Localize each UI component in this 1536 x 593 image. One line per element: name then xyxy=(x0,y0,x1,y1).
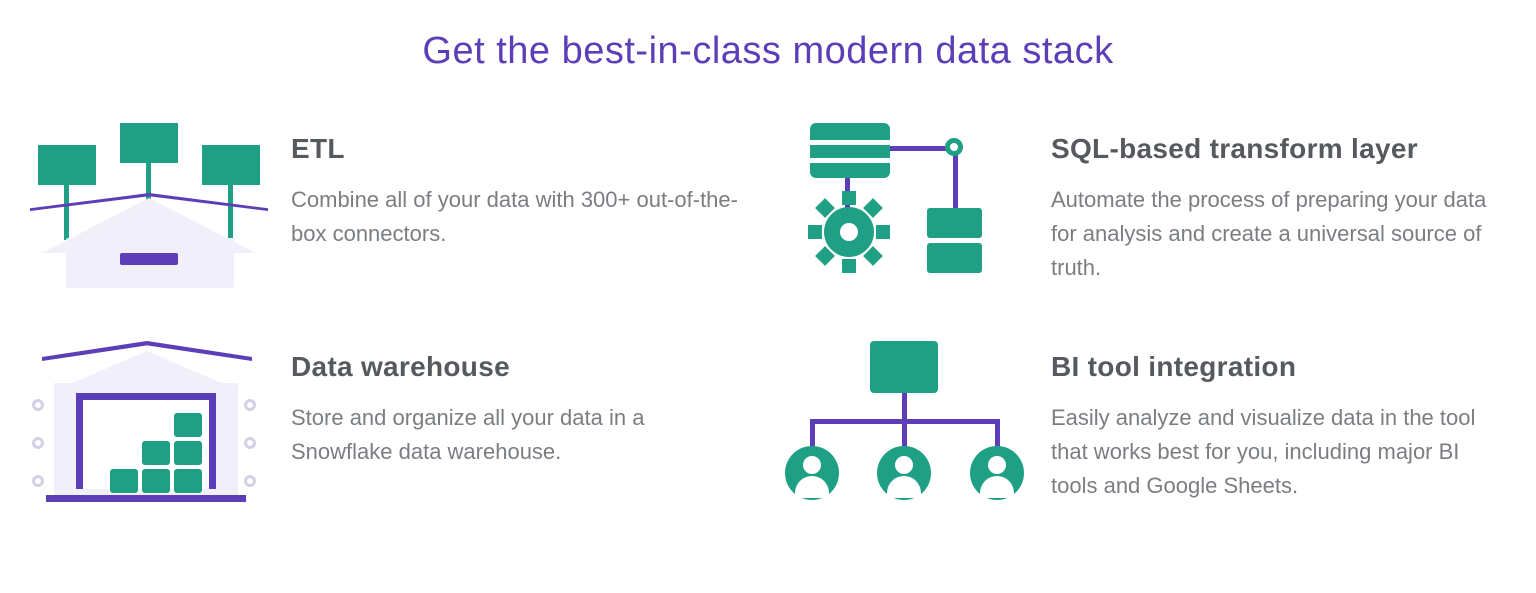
section-headline: Get the best-in-class modern data stack xyxy=(30,30,1506,73)
bi-tool-icon xyxy=(790,341,1015,511)
feature-etl: ETL Combine all of your data with 300+ o… xyxy=(30,123,750,293)
feature-title: BI tool integration xyxy=(1051,351,1506,383)
feature-sql-transform: SQL-based transform layer Automate the p… xyxy=(790,123,1506,293)
feature-body: Easily analyze and visualize data in the… xyxy=(1051,401,1506,503)
feature-body: Automate the process of preparing your d… xyxy=(1051,183,1506,285)
feature-body: Combine all of your data with 300+ out-o… xyxy=(291,183,750,251)
etl-icon xyxy=(30,123,255,293)
feature-title: SQL-based transform layer xyxy=(1051,133,1506,165)
data-warehouse-icon xyxy=(30,341,255,511)
feature-title: ETL xyxy=(291,133,750,165)
feature-body: Store and organize all your data in a Sn… xyxy=(291,401,750,469)
sql-transform-icon xyxy=(790,123,1015,293)
feature-data-warehouse: Data warehouse Store and organize all yo… xyxy=(30,341,750,511)
feature-grid: ETL Combine all of your data with 300+ o… xyxy=(30,123,1506,511)
feature-title: Data warehouse xyxy=(291,351,750,383)
feature-bi-tool: BI tool integration Easily analyze and v… xyxy=(790,341,1506,511)
feature-section: Get the best-in-class modern data stack … xyxy=(0,0,1536,531)
